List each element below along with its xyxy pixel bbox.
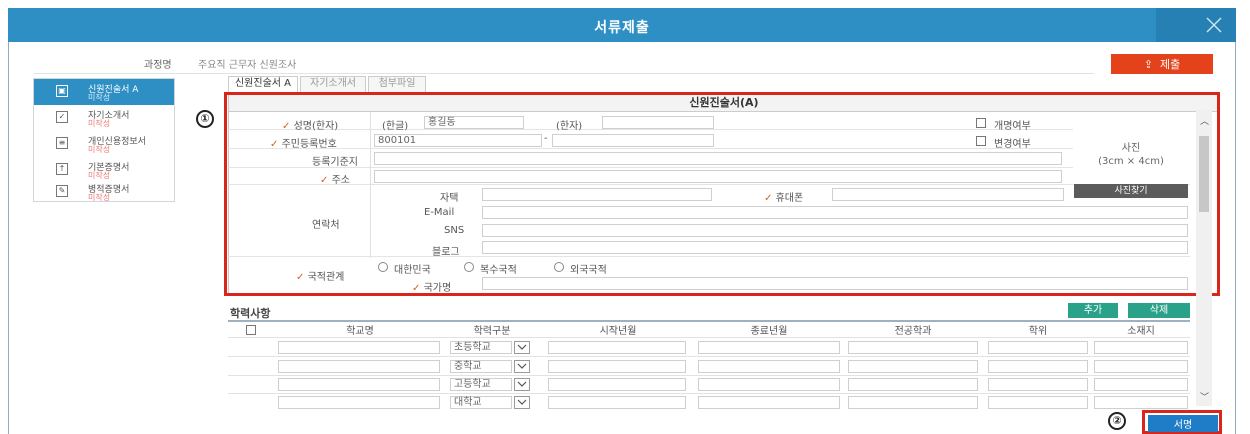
- sidebar-item-self-intro[interactable]: ✓ 자기소개서 미작성: [34, 105, 174, 131]
- sidebar-item-status: 미작성: [88, 93, 111, 102]
- location-input[interactable]: [1094, 378, 1188, 391]
- chevron-down-icon[interactable]: [514, 360, 530, 373]
- window-title: 서류제출: [594, 20, 650, 36]
- scroll-up-icon[interactable]: ︿: [1200, 114, 1209, 127]
- tab-self-intro[interactable]: 자기소개서: [300, 76, 366, 92]
- sidebar-item-status: 미작성: [88, 193, 111, 202]
- sidebar-item-statement-a[interactable]: ▣ 신원진술서 A 미작성: [34, 79, 174, 105]
- major-input[interactable]: [848, 378, 978, 391]
- school-input[interactable]: [278, 360, 440, 373]
- major-input[interactable]: [848, 396, 978, 409]
- start-date-input[interactable]: [548, 341, 686, 354]
- annotation-marker-2: ②: [1108, 412, 1126, 430]
- end-date-input[interactable]: [698, 341, 840, 354]
- upload-icon: ⇪: [1143, 58, 1153, 71]
- sidebar: ▣ 신원진술서 A 미작성 ✓ 자기소개서 미작성 ≡ 개인신용정보서 미작성 …: [33, 78, 175, 202]
- edit-icon: ✎: [56, 185, 68, 197]
- sign-button[interactable]: 서명: [1148, 415, 1218, 432]
- document-icon: ≡: [56, 137, 68, 149]
- sidebar-item-credit-info[interactable]: ≡ 개인신용정보서 미작성: [34, 131, 174, 157]
- location-input[interactable]: [1094, 360, 1188, 373]
- column-header: 학력구분: [473, 326, 511, 337]
- location-input[interactable]: [1094, 396, 1188, 409]
- scroll-down-icon[interactable]: ﹀: [1200, 390, 1209, 403]
- end-date-input[interactable]: [698, 360, 840, 373]
- school-input[interactable]: [278, 341, 440, 354]
- column-header: 시작년월: [599, 326, 637, 337]
- chevron-down-icon[interactable]: [514, 396, 530, 409]
- column-header: 전공학과: [894, 326, 932, 337]
- end-date-input[interactable]: [698, 378, 840, 391]
- level-select[interactable]: 고등학교: [450, 378, 512, 391]
- annotation-marker-1: ①: [196, 110, 214, 128]
- tab-attachments[interactable]: 첨부파일: [368, 76, 426, 92]
- level-select[interactable]: 대학교: [450, 396, 512, 409]
- check-icon: ✓: [56, 111, 68, 123]
- close-button[interactable]: [1156, 8, 1236, 42]
- chevron-down-icon[interactable]: [514, 341, 530, 354]
- sidebar-item-military-cert[interactable]: ✎ 병적증명서 미작성: [34, 179, 174, 205]
- location-input[interactable]: [1094, 341, 1188, 354]
- degree-input[interactable]: [988, 360, 1088, 373]
- chevron-down-icon[interactable]: [514, 378, 530, 391]
- submit-label: 제출: [1159, 58, 1181, 71]
- course-value: 주요직 근무자 신원조사: [198, 60, 297, 71]
- course-row: 과정명 주요직 근무자 신원조사: [34, 52, 1094, 74]
- scroll-thumb[interactable]: [1199, 136, 1209, 212]
- column-header: 소재지: [1127, 326, 1155, 337]
- upload-box-icon: ↑: [56, 163, 68, 175]
- close-icon[interactable]: [1206, 17, 1222, 33]
- select-all-checkbox[interactable]: [246, 325, 256, 335]
- submit-button[interactable]: ⇪ 제출: [1111, 54, 1213, 74]
- add-row-button[interactable]: 추가: [1068, 303, 1118, 318]
- column-header: 종료년월: [750, 326, 788, 337]
- start-date-input[interactable]: [548, 396, 686, 409]
- shield-icon: ▣: [56, 85, 68, 97]
- title-bar: 서류제출: [8, 8, 1236, 42]
- form-scrollbar[interactable]: ︿ ﹀: [1196, 110, 1212, 406]
- level-select[interactable]: 중학교: [450, 360, 512, 373]
- degree-input[interactable]: [988, 378, 1088, 391]
- highlight-box-form: [224, 92, 1220, 296]
- major-input[interactable]: [848, 341, 978, 354]
- sidebar-item-status: 미작성: [88, 119, 111, 128]
- end-date-input[interactable]: [698, 396, 840, 409]
- school-input[interactable]: [278, 378, 440, 391]
- start-date-input[interactable]: [548, 378, 686, 391]
- education-title: 학력사항: [230, 307, 271, 320]
- column-header: 학교명: [346, 326, 374, 337]
- sidebar-item-status: 미작성: [88, 145, 111, 154]
- course-label: 과정명: [144, 60, 172, 71]
- level-select[interactable]: 초등학교: [450, 341, 512, 354]
- degree-input[interactable]: [988, 396, 1088, 409]
- major-input[interactable]: [848, 360, 978, 373]
- column-header: 학위: [1028, 326, 1048, 337]
- tab-statement-a[interactable]: 신원진술서 A: [228, 76, 298, 92]
- degree-input[interactable]: [988, 341, 1088, 354]
- school-input[interactable]: [278, 396, 440, 409]
- delete-row-button[interactable]: 삭제: [1128, 303, 1190, 318]
- start-date-input[interactable]: [548, 360, 686, 373]
